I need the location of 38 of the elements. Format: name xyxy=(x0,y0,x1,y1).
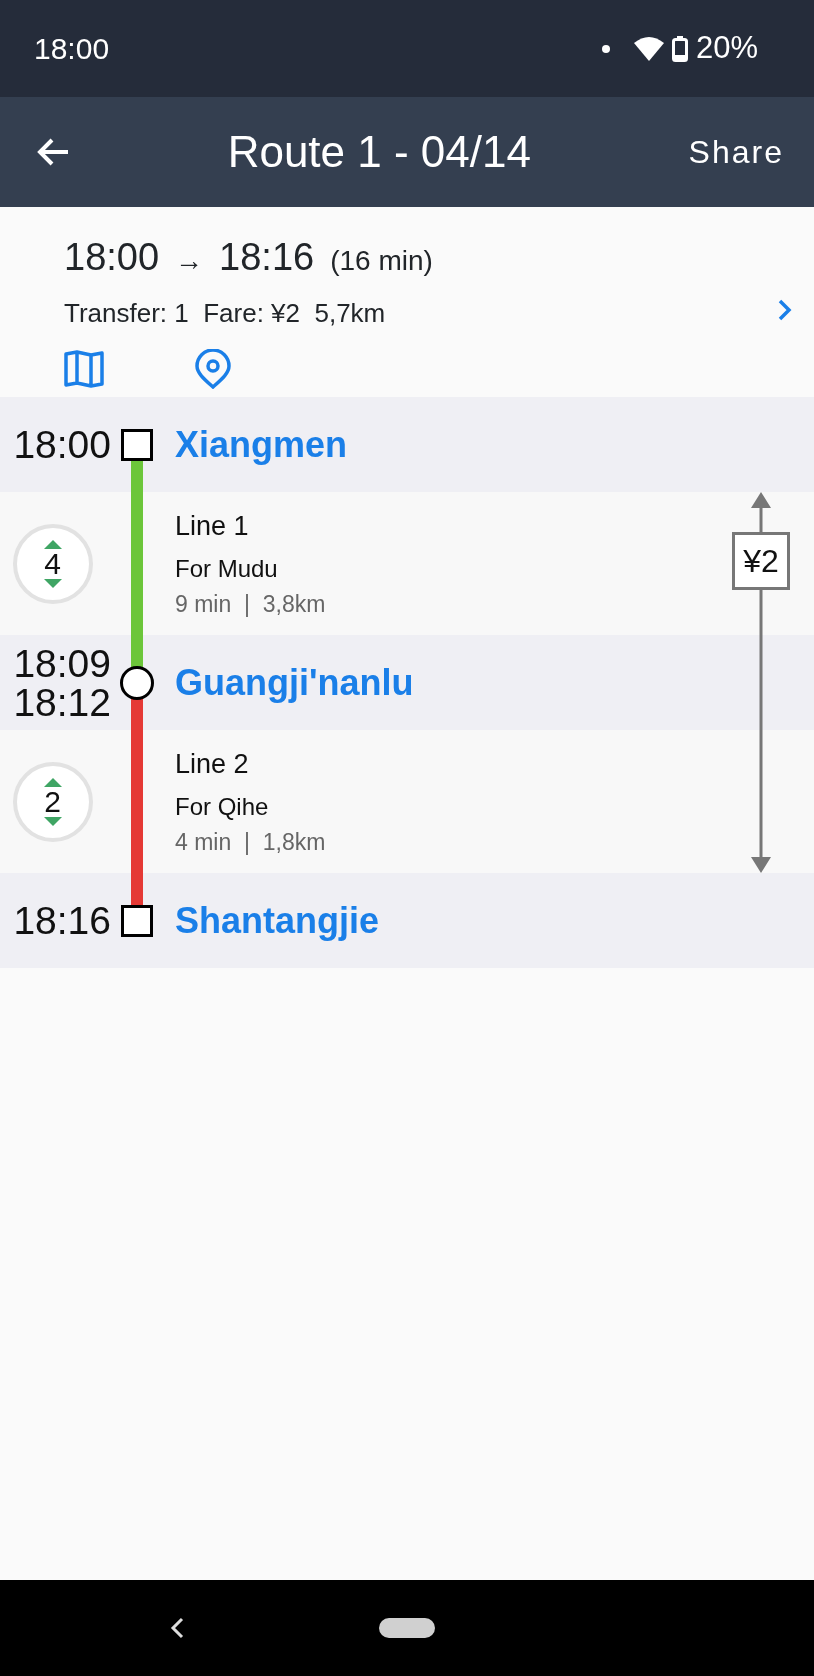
depart-time: 18:00 xyxy=(64,235,160,280)
line-name: Line 2 xyxy=(175,748,250,781)
arrow-glyph: → xyxy=(175,244,204,278)
down-triangle-icon xyxy=(43,816,62,826)
station-name[interactable]: Xiangmen xyxy=(175,417,348,472)
location-pin-icon[interactable] xyxy=(194,349,232,389)
arrive-time: 18:16 xyxy=(219,235,315,280)
back-nav-icon[interactable] xyxy=(170,1617,184,1639)
fare-label: ¥2 xyxy=(732,532,790,590)
battery-percent: 20% xyxy=(695,29,758,68)
station-name[interactable]: Shantangjie xyxy=(175,893,380,948)
up-triangle-icon xyxy=(43,777,62,787)
share-button[interactable]: Share xyxy=(688,128,784,176)
trip-duration: (16 min) xyxy=(330,244,433,278)
battery-icon xyxy=(671,35,688,62)
notification-dot-icon xyxy=(601,44,610,53)
leg-info: 9 min | 3,8km xyxy=(175,589,326,619)
trip-details: Transfer: 1 Fare: ¥2 5,7km xyxy=(64,297,387,330)
station-name[interactable]: Guangji'nanlu xyxy=(175,655,414,710)
direction: For Mudu xyxy=(175,553,279,584)
stop-time: 18:09 xyxy=(13,643,111,683)
chevron-right-icon[interactable] xyxy=(778,299,792,321)
down-triangle-icon xyxy=(43,578,62,588)
wifi-icon xyxy=(633,36,664,61)
status-time: 18:00 xyxy=(34,31,110,67)
direction: For Qihe xyxy=(175,791,270,822)
back-button[interactable] xyxy=(36,137,70,167)
home-pill[interactable] xyxy=(379,1618,435,1638)
stop-time: 18:16 xyxy=(13,901,111,940)
leg-info: 4 min | 1,8km xyxy=(175,827,326,857)
stop-count: 2 xyxy=(44,786,61,817)
stop-time: 18:00 xyxy=(13,425,111,464)
stop-count: 4 xyxy=(44,548,61,579)
screen-title: Route 1 - 04/14 xyxy=(227,127,531,176)
line-name: Line 1 xyxy=(175,510,250,543)
stop-time: 18:12 xyxy=(13,682,111,722)
up-triangle-icon xyxy=(43,539,62,549)
map-icon[interactable] xyxy=(64,350,104,388)
